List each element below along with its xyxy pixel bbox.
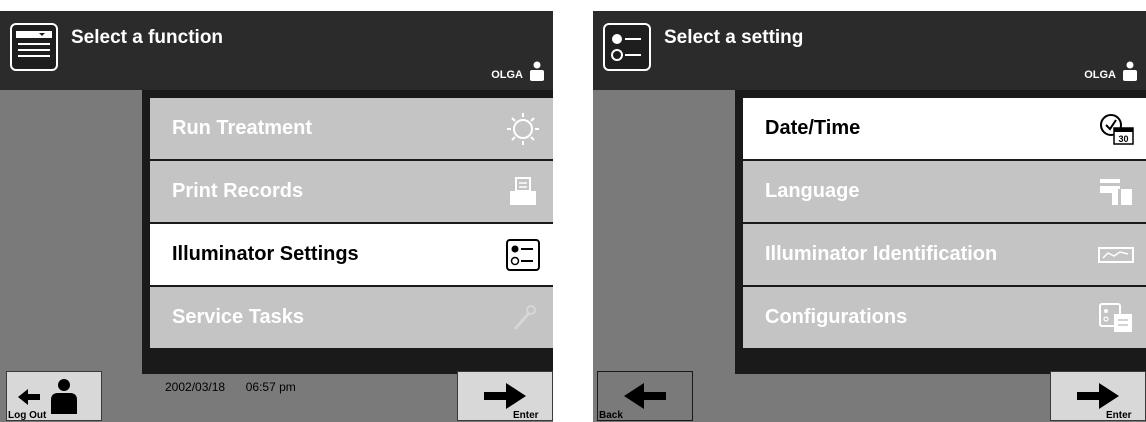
menu-item-label: Configurations: [765, 306, 908, 328]
logout-label: Log Out: [8, 410, 47, 421]
menu-item-run-treatment[interactable]: Run Treatment: [150, 98, 553, 159]
function-menu: Run Treatment Print Records Illuminator …: [142, 90, 553, 374]
back-label: Back: [599, 410, 623, 421]
setting-screen: Select a setting OLGA Date/Time 30 Langu…: [593, 11, 1146, 422]
page-title: Select a function: [71, 27, 224, 48]
menu-item-label: Language: [765, 180, 860, 202]
calendar-day-badge: 30: [1118, 134, 1128, 144]
illuminator-id-icon: [1098, 247, 1134, 263]
status-time: 06:57 pm: [245, 380, 296, 394]
clock-calendar-icon: 30: [1100, 114, 1134, 145]
header-bar: Select a function OLGA: [0, 11, 553, 90]
menu-item-date-time[interactable]: Date/Time 30: [743, 98, 1146, 159]
header-bar: Select a setting OLGA: [593, 11, 1146, 90]
username: OLGA: [491, 69, 523, 81]
illumination-icon: [507, 113, 539, 145]
datetime-status: 2002/03/18 06:57 pm: [165, 380, 296, 394]
setting-menu: Date/Time 30 Language Illuminator Identi…: [735, 90, 1146, 374]
user-icon: [530, 61, 544, 81]
enter-label: Enter: [1106, 410, 1132, 421]
menu-item-label: Illuminator Settings: [172, 243, 359, 265]
menu-item-label: Date/Time: [765, 117, 861, 139]
menu-item-illuminator-settings[interactable]: Illuminator Settings: [150, 224, 553, 285]
menu-item-language[interactable]: Language: [743, 161, 1146, 222]
menu-item-label: Run Treatment: [172, 117, 313, 139]
arrow-right-icon: [484, 383, 526, 409]
configurations-icon: [1099, 303, 1132, 332]
menu-item-configurations[interactable]: Configurations: [743, 287, 1146, 348]
page-title: Select a setting: [664, 27, 804, 48]
arrow-right-icon: [1077, 383, 1119, 409]
function-menu-icon: [10, 23, 58, 71]
settings-list-icon: [506, 239, 540, 271]
wrench-icon: [513, 305, 536, 330]
function-screen: Select a function OLGA Run Treatment Pri…: [0, 11, 553, 422]
printer-icon: [510, 177, 536, 205]
menu-item-label: Illuminator Identification: [765, 243, 998, 265]
user-indicator: OLGA: [1084, 61, 1138, 81]
status-date: 2002/03/18: [165, 380, 226, 394]
language-flags-icon: [1100, 179, 1132, 205]
user-indicator: OLGA: [491, 61, 545, 81]
arrow-left-icon: [624, 383, 666, 409]
user-icon: [1123, 61, 1137, 81]
enter-label: Enter: [513, 410, 539, 421]
username: OLGA: [1084, 69, 1116, 81]
menu-item-service-tasks[interactable]: Service Tasks: [150, 287, 553, 348]
settings-list-icon: [603, 23, 651, 71]
menu-item-illuminator-identification[interactable]: Illuminator Identification: [743, 224, 1146, 285]
menu-item-print-records[interactable]: Print Records: [150, 161, 553, 222]
menu-item-label: Service Tasks: [172, 306, 304, 328]
menu-item-label: Print Records: [172, 180, 304, 202]
